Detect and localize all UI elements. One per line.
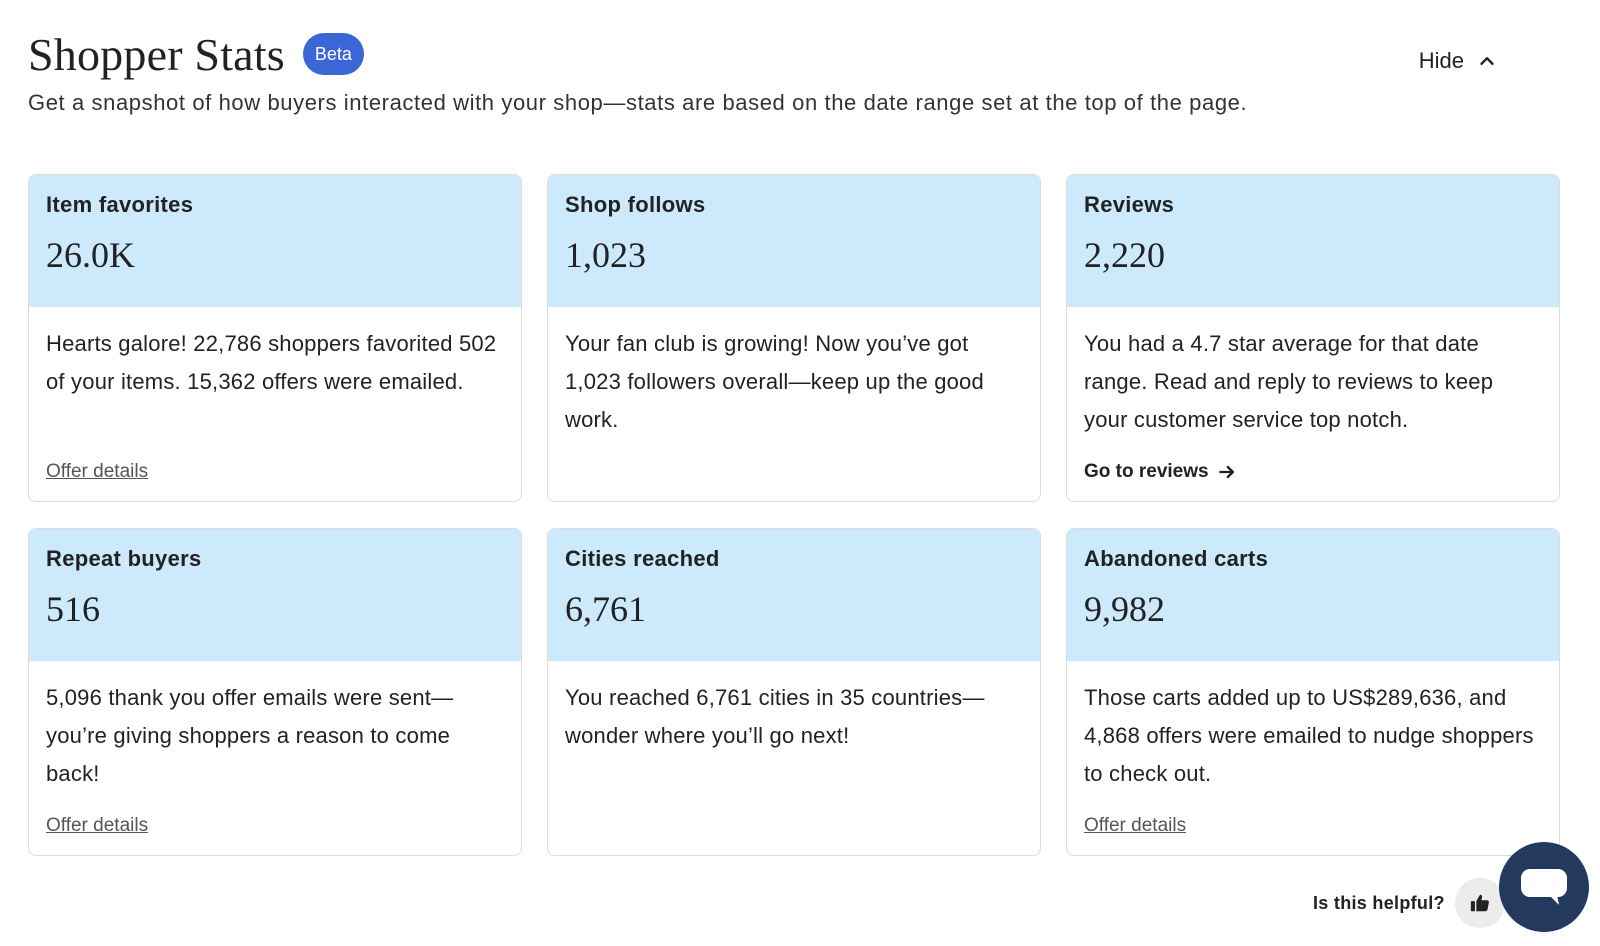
card-value: 1,023 [565,235,646,275]
beta-badge: Beta [302,33,364,75]
title-row: Shopper Stats Beta [28,26,1528,82]
chevron-up-icon [1480,57,1494,65]
hide-label: Hide [1418,48,1464,73]
offer-details-link[interactable]: Offer details [1084,815,1186,837]
card-value: 2,220 [1084,235,1165,275]
card-label: Reviews [1084,192,1175,217]
stat-card-item-favorites: Item favorites 26.0K Hearts galore! 22,7… [28,174,522,502]
chat-button[interactable] [1499,842,1589,932]
stat-card-shop-follows: Shop follows 1,023 Your fan club is grow… [547,174,1041,502]
feedback-prompt: Is this helpful? [1313,878,1505,928]
card-header: Abandoned carts 9,982 [1067,529,1559,661]
card-description: You reached 6,761 cities in 35 countries… [565,685,985,748]
card-label: Shop follows [565,192,706,217]
card-header: Item favorites 26.0K [29,175,521,307]
chat-bubble-icon [1521,869,1567,905]
stats-grid: Item favorites 26.0K Hearts galore! 22,7… [28,174,1560,856]
card-body: 5,096 thank you offer emails were sent—y… [29,661,521,793]
thumbs-up-button[interactable] [1454,878,1505,928]
card-body: Your fan club is growing! Now you’ve got… [548,307,1040,439]
card-description: You had a 4.7 star average for that date… [1084,331,1494,432]
stats-header: Shopper Stats Beta Get a snapshot of how… [28,26,1528,116]
page-subtitle: Get a snapshot of how buyers interacted … [28,90,1248,115]
card-label: Cities reached [565,546,720,571]
thumbs-up-icon [1470,894,1489,912]
feedback-question: Is this helpful? [1313,892,1445,913]
card-body: You had a 4.7 star average for that date… [1067,307,1559,439]
card-value: 26.0K [46,235,135,275]
card-header: Repeat buyers 516 [29,529,521,661]
card-label: Item favorites [46,192,194,217]
page-title: Shopper Stats [28,28,285,80]
stat-card-abandoned-carts: Abandoned carts 9,982 Those carts added … [1066,528,1560,856]
card-description: Your fan club is growing! Now you’ve got… [565,331,984,432]
offer-details-link[interactable]: Offer details [46,461,148,483]
card-description: Hearts galore! 22,786 shoppers favorited… [46,331,497,394]
card-description: Those carts added up to US$289,636, and … [1084,685,1534,786]
go-to-reviews-label: Go to reviews [1084,461,1209,482]
card-header: Cities reached 6,761 [548,529,1040,661]
card-description: 5,096 thank you offer emails were sent—y… [46,685,454,786]
stat-card-reviews: Reviews 2,220 You had a 4.7 star average… [1066,174,1560,502]
hide-button[interactable]: Hide [1419,48,1498,74]
card-body: Hearts galore! 22,786 shoppers favorited… [29,307,521,401]
shopper-stats-page: Shopper Stats Beta Get a snapshot of how… [0,0,1600,946]
card-header: Reviews 2,220 [1067,175,1559,307]
offer-details-link[interactable]: Offer details [46,815,148,837]
go-to-reviews-link[interactable]: Go to reviews [1084,461,1237,483]
stat-card-repeat-buyers: Repeat buyers 516 5,096 thank you offer … [28,528,522,856]
card-label: Abandoned carts [1084,546,1269,571]
card-body: You reached 6,761 cities in 35 countries… [548,661,1040,755]
card-label: Repeat buyers [46,546,202,571]
card-header: Shop follows 1,023 [548,175,1040,307]
arrow-right-icon [1218,465,1234,479]
card-body: Those carts added up to US$289,636, and … [1067,661,1559,793]
stat-card-cities-reached: Cities reached 6,761 You reached 6,761 c… [547,528,1041,856]
card-value: 6,761 [565,589,646,629]
card-value: 516 [46,589,100,629]
card-value: 9,982 [1084,589,1165,629]
